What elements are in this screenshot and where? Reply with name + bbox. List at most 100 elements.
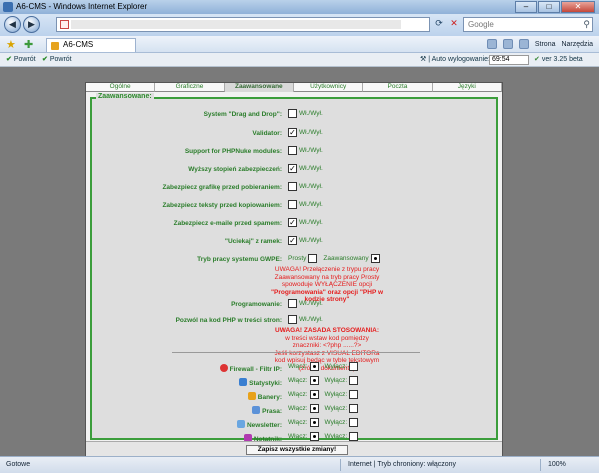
module-label: Statystyki: [239, 378, 282, 387]
back-link-2[interactable]: ✔ Powrót [42, 55, 72, 63]
firewall-on-radio[interactable] [309, 362, 319, 371]
autologout-label: ⚒ | Auto wylogowanie: [420, 56, 490, 63]
favorites-bar: ★ ✚ A6-CMS Strona Narzędzia [0, 36, 599, 53]
stats-off-radio[interactable] [349, 376, 359, 385]
banners-off-radio[interactable] [349, 390, 359, 399]
firewall-icon [219, 364, 228, 372]
protect-images-checkbox[interactable] [288, 182, 297, 191]
onoff-label: Wł./Wył. [299, 165, 323, 172]
command-bar: Strona Narzędzia [486, 39, 593, 49]
settings-tabs: Ogólne Graficzne Zaawansowane Użytkownic… [86, 83, 502, 92]
setting-label: System "Drag and Drop": [203, 111, 282, 118]
setting-row-phpnuke: Support for PHPNuke modules: Wł./Wył. [92, 146, 496, 158]
module-label: Banery: [247, 392, 282, 401]
stop-icon[interactable]: ✕ [447, 17, 461, 32]
back-arrow-icon: ✔ [42, 56, 48, 63]
setting-row-protect-email: Zabezpiecz e-maile przed spamem: ✓ Wł./Wy… [92, 218, 496, 230]
onoff-label: Wł./Wył. [299, 300, 323, 307]
tools-menu[interactable]: Narzędzia [561, 41, 593, 48]
tab-jezyki[interactable]: Języki [432, 83, 502, 92]
setting-label: Zabezpiecz grafikę przed pobieraniem: [162, 184, 282, 191]
tab-uzytkownicy[interactable]: Użytkownicy [293, 83, 364, 92]
onoff-label: Wł./Wył. [299, 129, 323, 136]
status-divider [540, 459, 541, 471]
notepad-off-radio[interactable] [349, 432, 359, 441]
zoom-level[interactable]: 100% [548, 461, 566, 468]
setting-row-php: Pozwól na kod PHP w treści stron: Wł./Wy… [92, 315, 496, 327]
php-checkbox[interactable] [288, 315, 297, 324]
page-menu[interactable]: Strona [535, 41, 556, 48]
module-label: Newsletter: [236, 420, 282, 429]
print-icon[interactable] [518, 39, 529, 49]
feeds-icon[interactable] [502, 39, 513, 49]
back-link-1[interactable]: ✔ Powrót [6, 55, 36, 63]
minimize-button[interactable]: – [515, 1, 537, 13]
favorites-star-icon[interactable]: ★ [6, 38, 16, 51]
back-icon[interactable]: ◀ [4, 16, 21, 33]
stats-on-radio[interactable] [309, 376, 319, 385]
add-favorite-icon[interactable]: ✚ [24, 38, 33, 51]
mode-simple-label: Prosty [288, 255, 307, 262]
newsletter-off-radio[interactable] [349, 418, 359, 427]
maximize-button[interactable]: □ [538, 1, 560, 13]
version-label: ✔ ver 3.25 beta [534, 56, 583, 63]
group-title: Zaawansowane: [96, 93, 154, 100]
setting-row-security: Wyższy stopień zabezpieczeń: ✓ Wł./Wył. [92, 164, 496, 176]
newsletter-icon [236, 420, 245, 428]
phpnuke-checkbox[interactable] [288, 146, 297, 155]
programowanie-checkbox[interactable] [288, 299, 297, 308]
url-input[interactable] [56, 17, 430, 32]
back-arrow-icon: ✔ [6, 56, 12, 63]
tab-zaawansowane[interactable]: Zaawansowane [224, 83, 294, 92]
tab-poczta[interactable]: Poczta [363, 83, 433, 92]
module-row-newsletter: Newsletter: Włącz: Wyłącz: [92, 418, 496, 430]
separator [172, 352, 420, 353]
module-row-press: Prasa: Włącz: Wyłącz: [92, 404, 496, 416]
newsletter-on-radio[interactable] [309, 418, 319, 427]
setting-label: Validator: [252, 130, 282, 137]
notepad-on-radio[interactable] [309, 432, 319, 441]
tab-graficzne[interactable]: Graficzne [155, 83, 225, 92]
firewall-off-radio[interactable] [349, 362, 359, 371]
save-all-button[interactable]: Zapisz wszystkie zmiany! [246, 445, 348, 455]
tab-ogolne[interactable]: Ogólne [86, 83, 156, 92]
onoff-label: Wł./Wył. [299, 316, 323, 323]
close-button[interactable]: ✕ [561, 1, 595, 13]
validator-checkbox[interactable]: ✓ [288, 128, 297, 137]
tab-favicon-icon [51, 42, 59, 50]
banners-on-radio[interactable] [309, 390, 319, 399]
autologout-value: 69:54 [489, 55, 529, 65]
protect-text-checkbox[interactable] [288, 200, 297, 209]
protect-email-checkbox[interactable]: ✓ [288, 218, 297, 227]
mode-advanced-radio[interactable] [370, 254, 380, 263]
tab-title: A6-CMS [63, 40, 94, 49]
press-off-radio[interactable] [349, 404, 359, 413]
module-label: Firewall - Filtr IP: [219, 364, 282, 373]
page-favicon-icon [60, 20, 69, 29]
forward-icon[interactable]: ▶ [23, 16, 40, 33]
refresh-icon[interactable]: ⟳ [432, 17, 446, 32]
setting-label: Programowanie: [231, 301, 282, 308]
save-bar: Zapisz wszystkie zmiany! [86, 441, 502, 457]
security-checkbox[interactable]: ✓ [288, 164, 297, 173]
press-on-radio[interactable] [309, 404, 319, 413]
url-redacted [71, 20, 401, 29]
browser-tab[interactable]: A6-CMS [46, 38, 136, 52]
dragdrop-checkbox[interactable] [288, 109, 297, 118]
page-area: Ogólne Graficzne Zaawansowane Użytkownic… [0, 67, 599, 457]
setting-row-gwpe: Tryb pracy systemu GWPE: Prosty Zaawanso… [92, 254, 496, 266]
setting-label: Pozwól na kod PHP w treści stron: [175, 317, 282, 324]
onoff-label: Wł./Wył. [299, 201, 323, 208]
setting-label: Zabezpiecz e-maile przed spamem: [173, 220, 282, 227]
module-label: Prasa: [252, 406, 282, 415]
setting-label: Support for PHPNuke modules: [184, 148, 282, 155]
setting-row-protect-text: Zabezpiecz teksty przed kopiowaniem: Wł.… [92, 200, 496, 212]
mode-advanced-label: Zaawansowany [323, 255, 369, 262]
mode-simple-radio[interactable] [308, 254, 318, 263]
search-input[interactable]: Google ⚲ [463, 17, 593, 32]
search-icon[interactable]: ⚲ [583, 19, 590, 30]
address-bar: ◀ ▶ ⟳ ✕ Google ⚲ [0, 14, 599, 36]
home-icon[interactable] [486, 39, 497, 49]
frames-checkbox[interactable]: ✓ [288, 236, 297, 245]
window-titlebar: A6-CMS - Windows Internet Explorer – □ ✕ [0, 0, 599, 14]
